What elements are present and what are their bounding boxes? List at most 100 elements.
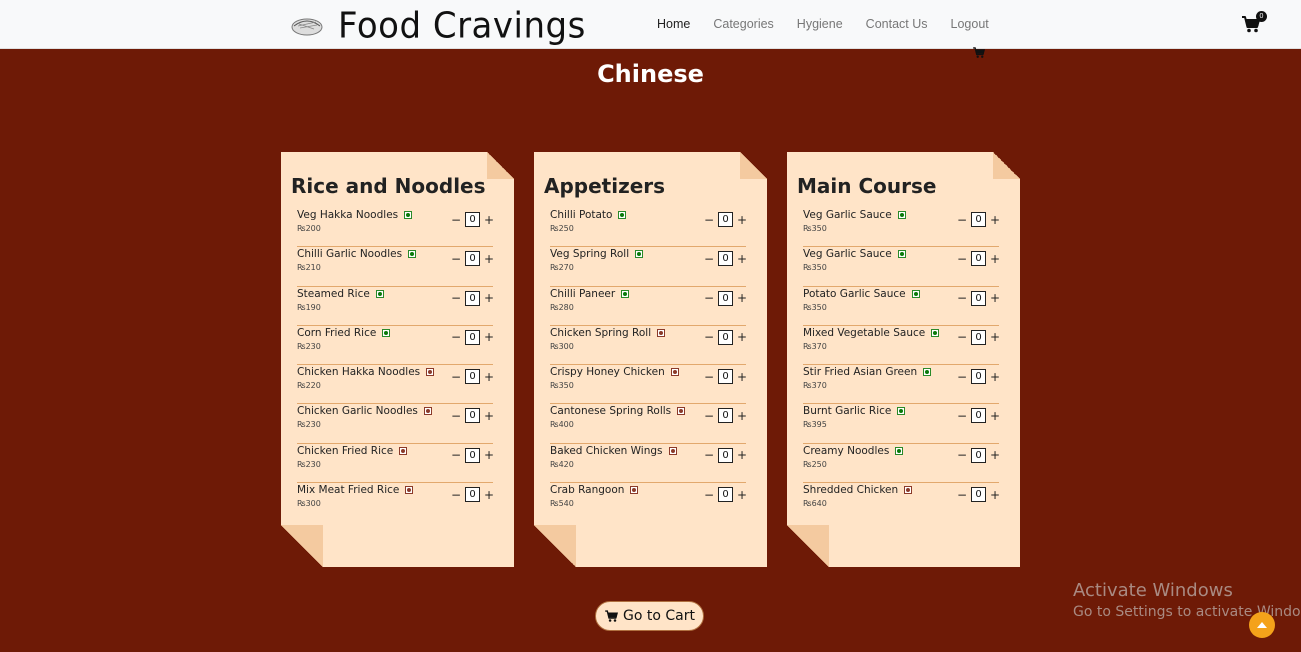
go-to-cart-button[interactable]: Go to Cart bbox=[595, 601, 704, 631]
nav-contact-us[interactable]: Contact Us bbox=[857, 17, 937, 31]
quantity-input[interactable]: 0 bbox=[718, 408, 733, 424]
increment-button[interactable]: + bbox=[484, 213, 494, 227]
increment-button[interactable]: + bbox=[484, 252, 494, 266]
increment-button[interactable]: + bbox=[484, 448, 494, 462]
decrement-button[interactable]: − bbox=[451, 291, 461, 305]
quantity-input[interactable]: 0 bbox=[465, 290, 480, 306]
decrement-button[interactable]: − bbox=[451, 330, 461, 344]
decrement-button[interactable]: − bbox=[957, 291, 967, 305]
decrement-button[interactable]: − bbox=[957, 488, 967, 502]
quantity-stepper: −0 + bbox=[704, 329, 747, 345]
decrement-button[interactable]: − bbox=[451, 488, 461, 502]
nonveg-indicator-icon bbox=[426, 368, 435, 377]
increment-button[interactable]: + bbox=[737, 291, 747, 305]
quantity-input[interactable]: 0 bbox=[971, 212, 986, 227]
decrement-button[interactable]: − bbox=[704, 213, 714, 227]
menu-item-name-row: Chilli Paneer bbox=[550, 288, 630, 300]
quantity-input[interactable]: 0 bbox=[971, 290, 986, 306]
nonveg-indicator-icon bbox=[423, 407, 432, 416]
nav-hygiene[interactable]: Hygiene bbox=[788, 17, 852, 31]
menu-card: Rice and Noodles Veg Hakka Noodles ₨200−0 +… bbox=[281, 152, 514, 567]
veg-indicator-icon bbox=[911, 289, 920, 298]
menu-item-name: Crispy Honey Chicken bbox=[550, 366, 665, 379]
decrement-button[interactable]: − bbox=[451, 252, 461, 266]
increment-button[interactable]: + bbox=[990, 213, 1000, 227]
increment-button[interactable]: + bbox=[484, 291, 494, 305]
menu-item-name-row: Burnt Garlic Rice bbox=[803, 405, 906, 417]
increment-button[interactable]: + bbox=[484, 488, 494, 502]
nav-logout[interactable]: Logout bbox=[942, 17, 998, 31]
decrement-button[interactable]: − bbox=[704, 252, 714, 266]
increment-button[interactable]: + bbox=[484, 370, 494, 384]
quantity-input[interactable]: 0 bbox=[465, 212, 480, 227]
quantity-input[interactable]: 0 bbox=[465, 447, 480, 463]
increment-button[interactable]: + bbox=[737, 330, 747, 344]
decrement-button[interactable]: − bbox=[957, 213, 967, 227]
increment-button[interactable]: + bbox=[990, 370, 1000, 384]
increment-button[interactable]: + bbox=[990, 252, 1000, 266]
quantity-input[interactable]: 0 bbox=[465, 487, 480, 503]
nav-home[interactable]: Home bbox=[648, 17, 699, 31]
decrement-button[interactable]: − bbox=[704, 488, 714, 502]
quantity-input[interactable]: 0 bbox=[465, 369, 480, 385]
menu-item-price: ₨250 bbox=[550, 224, 574, 233]
decrement-button[interactable]: − bbox=[451, 409, 461, 423]
menu-item: Crab Rangoon ₨540 −0 + bbox=[550, 483, 747, 522]
decrement-button[interactable]: − bbox=[451, 213, 461, 227]
menu-item-price: ₨230 bbox=[297, 420, 321, 430]
increment-button[interactable]: + bbox=[737, 213, 747, 227]
decrement-button[interactable]: − bbox=[451, 448, 461, 462]
menu-item-name: Baked Chicken Wings bbox=[550, 444, 663, 457]
increment-button[interactable]: + bbox=[737, 488, 747, 502]
decrement-button[interactable]: − bbox=[704, 448, 714, 462]
decrement-button[interactable]: − bbox=[704, 409, 714, 423]
cart-icon[interactable] bbox=[972, 46, 986, 59]
quantity-input[interactable]: 0 bbox=[465, 251, 480, 267]
decrement-button[interactable]: − bbox=[957, 370, 967, 384]
increment-button[interactable]: + bbox=[990, 291, 1000, 305]
increment-button[interactable]: + bbox=[484, 409, 494, 423]
quantity-input[interactable]: 0 bbox=[465, 408, 480, 424]
decrement-button[interactable]: − bbox=[704, 370, 714, 384]
quantity-input[interactable]: 0 bbox=[718, 251, 733, 267]
decrement-button[interactable]: − bbox=[704, 291, 714, 305]
quantity-stepper: −0 + bbox=[704, 212, 747, 227]
nav-categories[interactable]: Categories bbox=[704, 17, 782, 31]
bowl-icon bbox=[291, 18, 323, 36]
quantity-stepper: −0 + bbox=[957, 329, 1000, 345]
decrement-button[interactable]: − bbox=[957, 409, 967, 423]
increment-button[interactable]: + bbox=[990, 409, 1000, 423]
decrement-button[interactable]: − bbox=[451, 370, 461, 384]
increment-button[interactable]: + bbox=[737, 448, 747, 462]
scroll-to-top-button[interactable] bbox=[1249, 612, 1275, 638]
decrement-button[interactable]: − bbox=[957, 330, 967, 344]
increment-button[interactable]: + bbox=[737, 370, 747, 384]
quantity-input[interactable]: 0 bbox=[718, 290, 733, 306]
quantity-input[interactable]: 0 bbox=[971, 329, 986, 345]
quantity-input[interactable]: 0 bbox=[971, 408, 986, 424]
increment-button[interactable]: + bbox=[484, 330, 494, 344]
menu-item-price: ₨270 bbox=[550, 263, 574, 273]
quantity-input[interactable]: 0 bbox=[718, 212, 733, 227]
quantity-input[interactable]: 0 bbox=[718, 447, 733, 463]
increment-button[interactable]: + bbox=[990, 330, 1000, 344]
decrement-button[interactable]: − bbox=[957, 252, 967, 266]
menu-item: Chilli Paneer ₨280 −0 + bbox=[550, 287, 747, 326]
decrement-button[interactable]: − bbox=[704, 330, 714, 344]
decrement-button[interactable]: − bbox=[957, 448, 967, 462]
quantity-stepper: −0 + bbox=[451, 251, 494, 267]
menu-item-name: Mixed Vegetable Sauce bbox=[803, 326, 926, 339]
quantity-input[interactable]: 0 bbox=[718, 369, 733, 385]
quantity-input[interactable]: 0 bbox=[971, 447, 986, 463]
increment-button[interactable]: + bbox=[737, 252, 747, 266]
quantity-input[interactable]: 0 bbox=[971, 251, 986, 267]
increment-button[interactable]: + bbox=[990, 488, 1000, 502]
quantity-input[interactable]: 0 bbox=[718, 487, 733, 503]
quantity-input[interactable]: 0 bbox=[971, 369, 986, 385]
increment-button[interactable]: + bbox=[737, 409, 747, 423]
quantity-input[interactable]: 0 bbox=[971, 487, 986, 503]
increment-button[interactable]: + bbox=[990, 448, 1000, 462]
brand[interactable]: Food Cravings bbox=[290, 5, 586, 47]
quantity-input[interactable]: 0 bbox=[465, 329, 480, 345]
quantity-input[interactable]: 0 bbox=[718, 329, 733, 345]
